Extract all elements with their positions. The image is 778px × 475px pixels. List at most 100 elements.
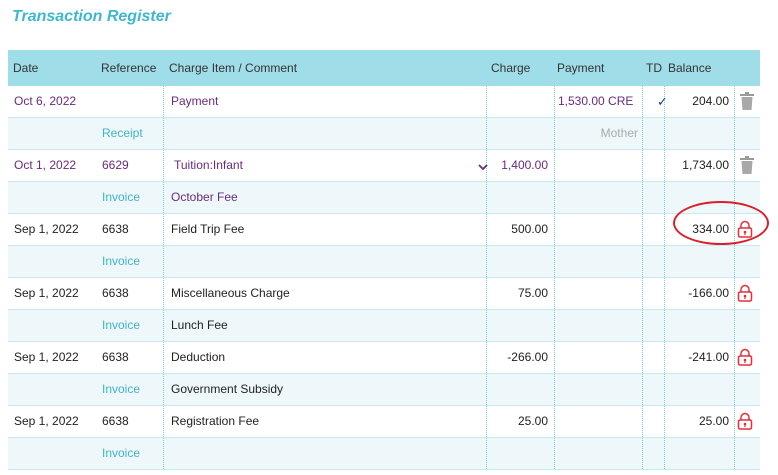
header-balance[interactable]: Balance (668, 61, 711, 75)
column-divider (486, 342, 487, 373)
column-divider (163, 438, 164, 469)
chevron-down-icon[interactable] (478, 161, 488, 171)
table-header: Date Reference Charge Item / Comment Cha… (8, 50, 760, 86)
column-divider (554, 438, 555, 469)
row-type-link[interactable]: Invoice (102, 374, 140, 405)
table-row[interactable]: Oct 6, 2022 Payment 1,530.00 CRE ✓ 204.00 (8, 86, 760, 118)
row-charge[interactable]: -266.00 (488, 342, 548, 373)
lock-icon[interactable] (737, 284, 753, 302)
column-divider (642, 406, 643, 437)
column-divider (642, 118, 643, 149)
column-divider (734, 310, 735, 341)
table-row[interactable]: Sep 1, 2022 6638 Deduction -266.00 -241.00 (8, 342, 760, 374)
row-reference: 6638 (102, 350, 129, 364)
trash-icon[interactable] (740, 156, 754, 174)
column-divider (554, 150, 555, 181)
column-divider (554, 278, 555, 309)
column-divider (486, 246, 487, 277)
table-row-detail: Invoice Lunch Fee (8, 310, 760, 342)
row-balance: 1,734.00 (682, 158, 729, 172)
table-row-detail: Invoice (8, 438, 760, 470)
column-divider (163, 374, 164, 405)
header-payment[interactable]: Payment (557, 61, 604, 75)
row-charge[interactable] (488, 86, 548, 117)
row-type-link[interactable]: Invoice (102, 438, 140, 469)
lock-icon[interactable] (737, 348, 753, 366)
table-row[interactable]: Oct 1, 2022 6629 Tuition:Infant 1,400.00 1,7… (8, 150, 760, 182)
column-divider (554, 214, 555, 245)
column-divider (163, 406, 164, 437)
row-comment[interactable]: Government Subsidy (171, 374, 283, 405)
highlight-circle (673, 201, 769, 245)
column-divider (554, 86, 555, 117)
row-payer (558, 374, 638, 405)
column-divider (486, 374, 487, 405)
row-charge[interactable]: 75.00 (488, 278, 548, 309)
page-title: Transaction Register (12, 8, 171, 25)
row-payment[interactable]: 1,530.00 CRE (558, 86, 633, 117)
column-divider (554, 118, 555, 149)
row-type-link[interactable]: Invoice (102, 310, 140, 341)
td-checkmark[interactable]: ✓ (657, 86, 668, 117)
row-type-link[interactable]: Invoice (102, 182, 140, 213)
row-balance: 25.00 (698, 414, 729, 428)
row-balance: -166.00 (688, 286, 729, 300)
column-divider (664, 182, 665, 213)
column-divider (734, 278, 735, 309)
table-row[interactable]: Sep 1, 2022 6638 Registration Fee 25.00 25.0… (8, 406, 760, 438)
column-divider (642, 182, 643, 213)
lock-icon[interactable] (737, 412, 753, 430)
row-charge-item[interactable]: Field Trip Fee (171, 214, 244, 245)
table-row[interactable]: Sep 1, 2022 6638 Field Trip Fee 500.00 334.0… (8, 214, 760, 246)
trash-icon[interactable] (740, 92, 754, 110)
table-row[interactable]: Sep 1, 2022 6638 Miscellaneous Charge 75.00… (8, 278, 760, 310)
column-divider (554, 182, 555, 213)
column-divider (486, 86, 487, 117)
row-date: Oct 1, 2022 (14, 158, 77, 172)
row-charge[interactable]: 1,400.00 (488, 150, 548, 181)
header-charge-item[interactable]: Charge Item / Comment (169, 61, 297, 75)
column-divider (163, 86, 164, 117)
column-divider (163, 246, 164, 277)
header-reference[interactable]: Reference (101, 61, 156, 75)
column-divider (734, 342, 735, 373)
row-comment[interactable]: Lunch Fee (171, 310, 228, 341)
header-date[interactable]: Date (13, 61, 38, 75)
column-divider (486, 278, 487, 309)
column-divider (486, 118, 487, 149)
row-balance: -241.00 (688, 350, 729, 364)
column-divider (642, 310, 643, 341)
column-divider (734, 406, 735, 437)
column-divider (163, 342, 164, 373)
row-charge[interactable]: 25.00 (488, 406, 548, 437)
row-charge-item[interactable]: Miscellaneous Charge (171, 278, 290, 309)
row-charge-item[interactable]: Tuition:Infant (174, 150, 243, 181)
column-divider (642, 150, 643, 181)
column-divider (664, 246, 665, 277)
column-divider (554, 246, 555, 277)
column-divider (734, 438, 735, 469)
row-type-link[interactable]: Receipt (102, 118, 143, 149)
header-td[interactable]: TD (646, 61, 662, 75)
row-reference: 6638 (102, 414, 129, 428)
row-charge-item[interactable]: Deduction (171, 342, 225, 373)
column-divider (664, 374, 665, 405)
column-divider (554, 310, 555, 341)
row-payer (558, 246, 638, 277)
column-divider (486, 406, 487, 437)
column-divider (642, 246, 643, 277)
column-divider (734, 118, 735, 149)
row-charge-item[interactable]: Registration Fee (171, 406, 259, 437)
row-type-link[interactable]: Invoice (102, 246, 140, 277)
row-charge[interactable]: 500.00 (488, 214, 548, 245)
row-reference: 6638 (102, 222, 129, 236)
table-row-detail: Invoice Government Subsidy (8, 374, 760, 406)
column-divider (642, 86, 643, 117)
column-divider (163, 182, 164, 213)
row-payer (558, 438, 638, 469)
row-charge-item[interactable]: Payment (171, 86, 218, 117)
column-divider (642, 374, 643, 405)
column-divider (163, 278, 164, 309)
row-comment[interactable]: October Fee (171, 182, 238, 213)
header-charge[interactable]: Charge (491, 61, 530, 75)
